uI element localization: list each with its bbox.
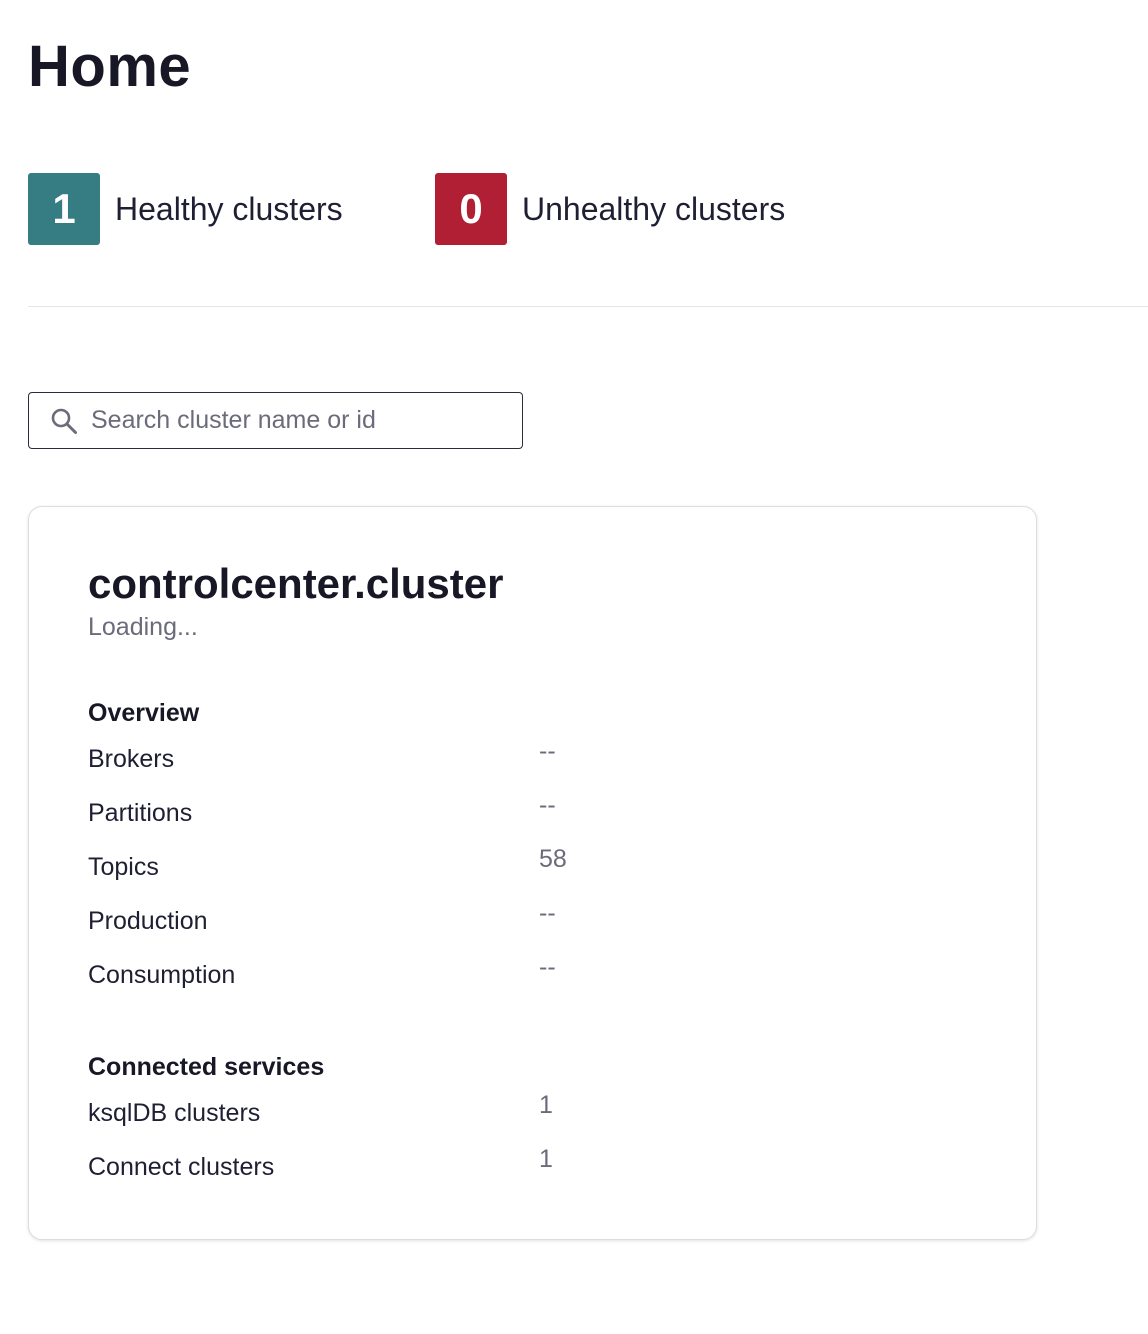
section-divider xyxy=(28,306,1148,307)
cluster-status: Loading... xyxy=(88,613,198,641)
healthy-clusters-stat[interactable]: 1 Healthy clusters xyxy=(28,173,343,245)
row-value: -- xyxy=(539,737,556,765)
row-label: Brokers xyxy=(88,745,175,773)
overview-row-partitions: Partitions -- xyxy=(88,791,688,839)
search-icon xyxy=(49,406,79,436)
row-label: Topics xyxy=(88,853,159,881)
row-label: Connect clusters xyxy=(88,1153,275,1181)
unhealthy-clusters-stat[interactable]: 0 Unhealthy clusters xyxy=(435,173,785,245)
overview-row-consumption: Consumption -- xyxy=(88,953,688,1001)
row-value: -- xyxy=(539,953,556,981)
unhealthy-count-badge: 0 xyxy=(435,173,507,245)
connected-services-heading: Connected services xyxy=(88,1053,325,1081)
cluster-card[interactable]: controlcenter.cluster Loading... Overvie… xyxy=(28,506,1037,1240)
overview-row-production: Production -- xyxy=(88,899,688,947)
row-label: Partitions xyxy=(88,799,193,827)
services-row-connect: Connect clusters 1 xyxy=(88,1145,688,1193)
overview-row-topics: Topics 58 xyxy=(88,845,688,893)
cluster-search[interactable] xyxy=(28,392,523,449)
unhealthy-clusters-label: Unhealthy clusters xyxy=(522,190,786,227)
cluster-name[interactable]: controlcenter.cluster xyxy=(88,559,503,609)
row-value: -- xyxy=(539,899,556,927)
row-label: Consumption xyxy=(88,961,236,989)
services-row-ksqldb: ksqlDB clusters 1 xyxy=(88,1091,688,1139)
row-label: ksqlDB clusters xyxy=(88,1099,261,1127)
overview-heading: Overview xyxy=(88,699,200,727)
overview-row-brokers: Brokers -- xyxy=(88,737,688,785)
search-input[interactable] xyxy=(91,406,491,435)
row-value: -- xyxy=(539,791,556,819)
row-value: 1 xyxy=(539,1145,553,1173)
healthy-clusters-label: Healthy clusters xyxy=(115,190,343,227)
healthy-count-badge: 1 xyxy=(28,173,100,245)
row-value: 1 xyxy=(539,1091,553,1119)
row-value: 58 xyxy=(539,845,567,873)
row-label: Production xyxy=(88,907,208,935)
page-title: Home xyxy=(28,34,192,99)
